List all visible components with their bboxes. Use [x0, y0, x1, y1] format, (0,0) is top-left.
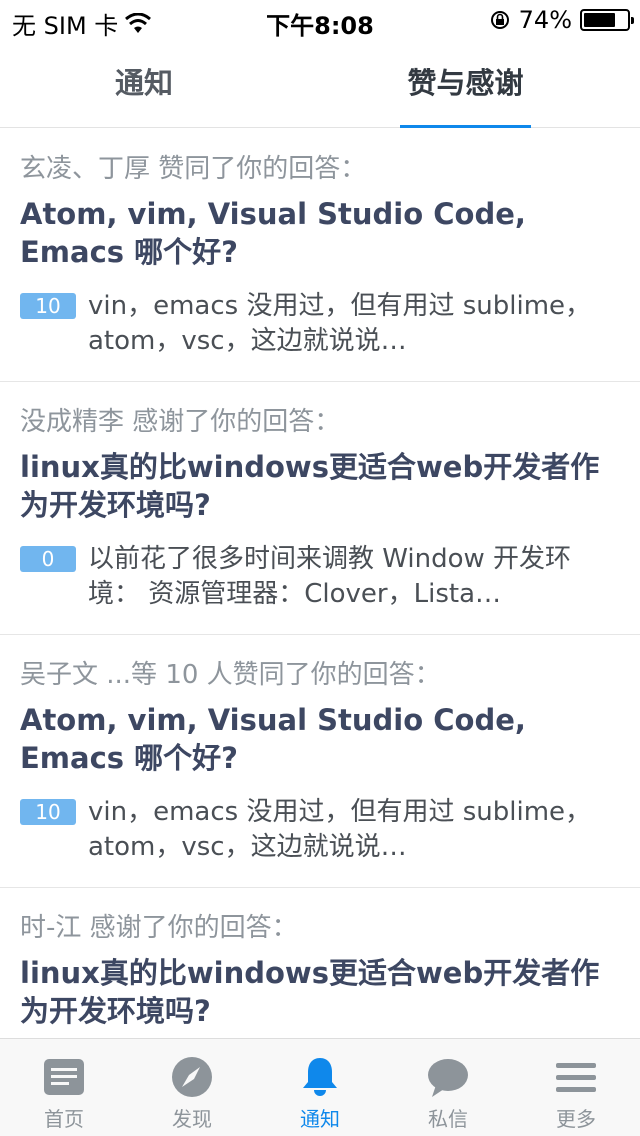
home-icon: [44, 1059, 84, 1095]
question-title-link[interactable]: Atom, vim, Visual Studio Code, Emacs 哪个好…: [20, 701, 620, 777]
battery-fill: [584, 13, 616, 27]
answer-excerpt[interactable]: 10 vin，emacs 没用过，但有用过 sublime，atom，vsc，这…: [20, 289, 620, 381]
tabbar-item-discover[interactable]: 发现: [128, 1039, 256, 1136]
status-bar: 无 SIM 卡 下午8:08 74%: [0, 0, 640, 40]
feed-item[interactable]: 没成精李 感谢了你的回答： linux真的比windows更适合web开发者作为…: [0, 382, 640, 635]
vote-count-badge: 10: [20, 799, 76, 825]
question-title-link[interactable]: Atom, vim, Visual Studio Code, Emacs 哪个好…: [20, 195, 620, 271]
feed-item[interactable]: 玄凌、丁厚 赞同了你的回答： Atom, vim, Visual Studio …: [0, 129, 640, 382]
battery-percent: 74%: [518, 6, 572, 34]
top-tabs: 通知 赞与感谢: [0, 40, 640, 128]
answer-excerpt-text: vin，emacs 没用过，但有用过 sublime，atom，vsc，这边就说…: [88, 797, 592, 862]
tab-selected-indicator: [400, 125, 531, 128]
feed-item[interactable]: 时-江 感谢了你的回答： linux真的比windows更适合web开发者作为开…: [0, 888, 640, 1030]
orientation-lock-icon: [490, 11, 509, 29]
answer-excerpt[interactable]: 0 以前花了很多时间来调教 Window 开发环境： 资源管理器：Clover，…: [20, 542, 620, 634]
vote-count-badge: 10: [20, 293, 76, 319]
answer-excerpt-text: 以前花了很多时间来调教 Window 开发环境： 资源管理器：Clover，Li…: [88, 544, 572, 609]
tabbar-label: 更多: [556, 1107, 596, 1131]
tabbar-label: 通知: [300, 1107, 340, 1131]
tabbar-item-notifications[interactable]: 通知: [256, 1039, 384, 1136]
tabbar-item-home[interactable]: 首页: [0, 1039, 128, 1136]
tabbar-item-more[interactable]: 更多: [512, 1039, 640, 1136]
question-title-link[interactable]: linux真的比windows更适合web开发者作为开发环境吗?: [20, 448, 620, 524]
tabbar-label: 首页: [44, 1107, 84, 1131]
bottom-tab-bar: 首页 发现 通知 私信 更多: [0, 1038, 640, 1136]
battery-icon: [580, 9, 634, 31]
compass-icon: [172, 1057, 212, 1097]
chat-bubble-icon: [428, 1059, 468, 1097]
vote-count-badge: 0: [20, 546, 76, 572]
feed-item-meta: 吴子文 ...等 10 人赞同了你的回答：: [20, 660, 441, 690]
answer-excerpt[interactable]: 10 vin，emacs 没用过，但有用过 sublime，atom，vsc，这…: [20, 795, 620, 887]
notification-feed[interactable]: 玄凌、丁厚 赞同了你的回答： Atom, vim, Visual Studio …: [0, 129, 640, 1038]
bell-icon: [303, 1058, 337, 1096]
tabbar-label: 发现: [172, 1107, 212, 1131]
feed-item[interactable]: 吴子文 ...等 10 人赞同了你的回答： Atom, vim, Visual …: [0, 635, 640, 888]
answer-excerpt-text: vin，emacs 没用过，但有用过 sublime，atom，vsc，这边就说…: [88, 291, 592, 356]
menu-icon: [556, 1063, 596, 1092]
question-title-link[interactable]: linux真的比windows更适合web开发者作为开发环境吗?: [20, 954, 620, 1030]
feed-item-meta: 没成精李 感谢了你的回答：: [20, 407, 341, 437]
feed-item-meta: 时-江 感谢了你的回答：: [20, 913, 298, 943]
tab-notifications[interactable]: 通知: [64, 40, 224, 128]
status-right: 74%: [489, 6, 634, 34]
tab-likes-and-thanks[interactable]: 赞与感谢: [400, 40, 531, 128]
app-root: 无 SIM 卡 下午8:08 74% 通知 赞与感谢 玄凌、丁厚 赞同了你的回答…: [0, 0, 640, 1136]
tabbar-label: 私信: [428, 1107, 468, 1131]
tabbar-item-messages[interactable]: 私信: [384, 1039, 512, 1136]
feed-item-meta: 玄凌、丁厚 赞同了你的回答：: [20, 154, 367, 184]
